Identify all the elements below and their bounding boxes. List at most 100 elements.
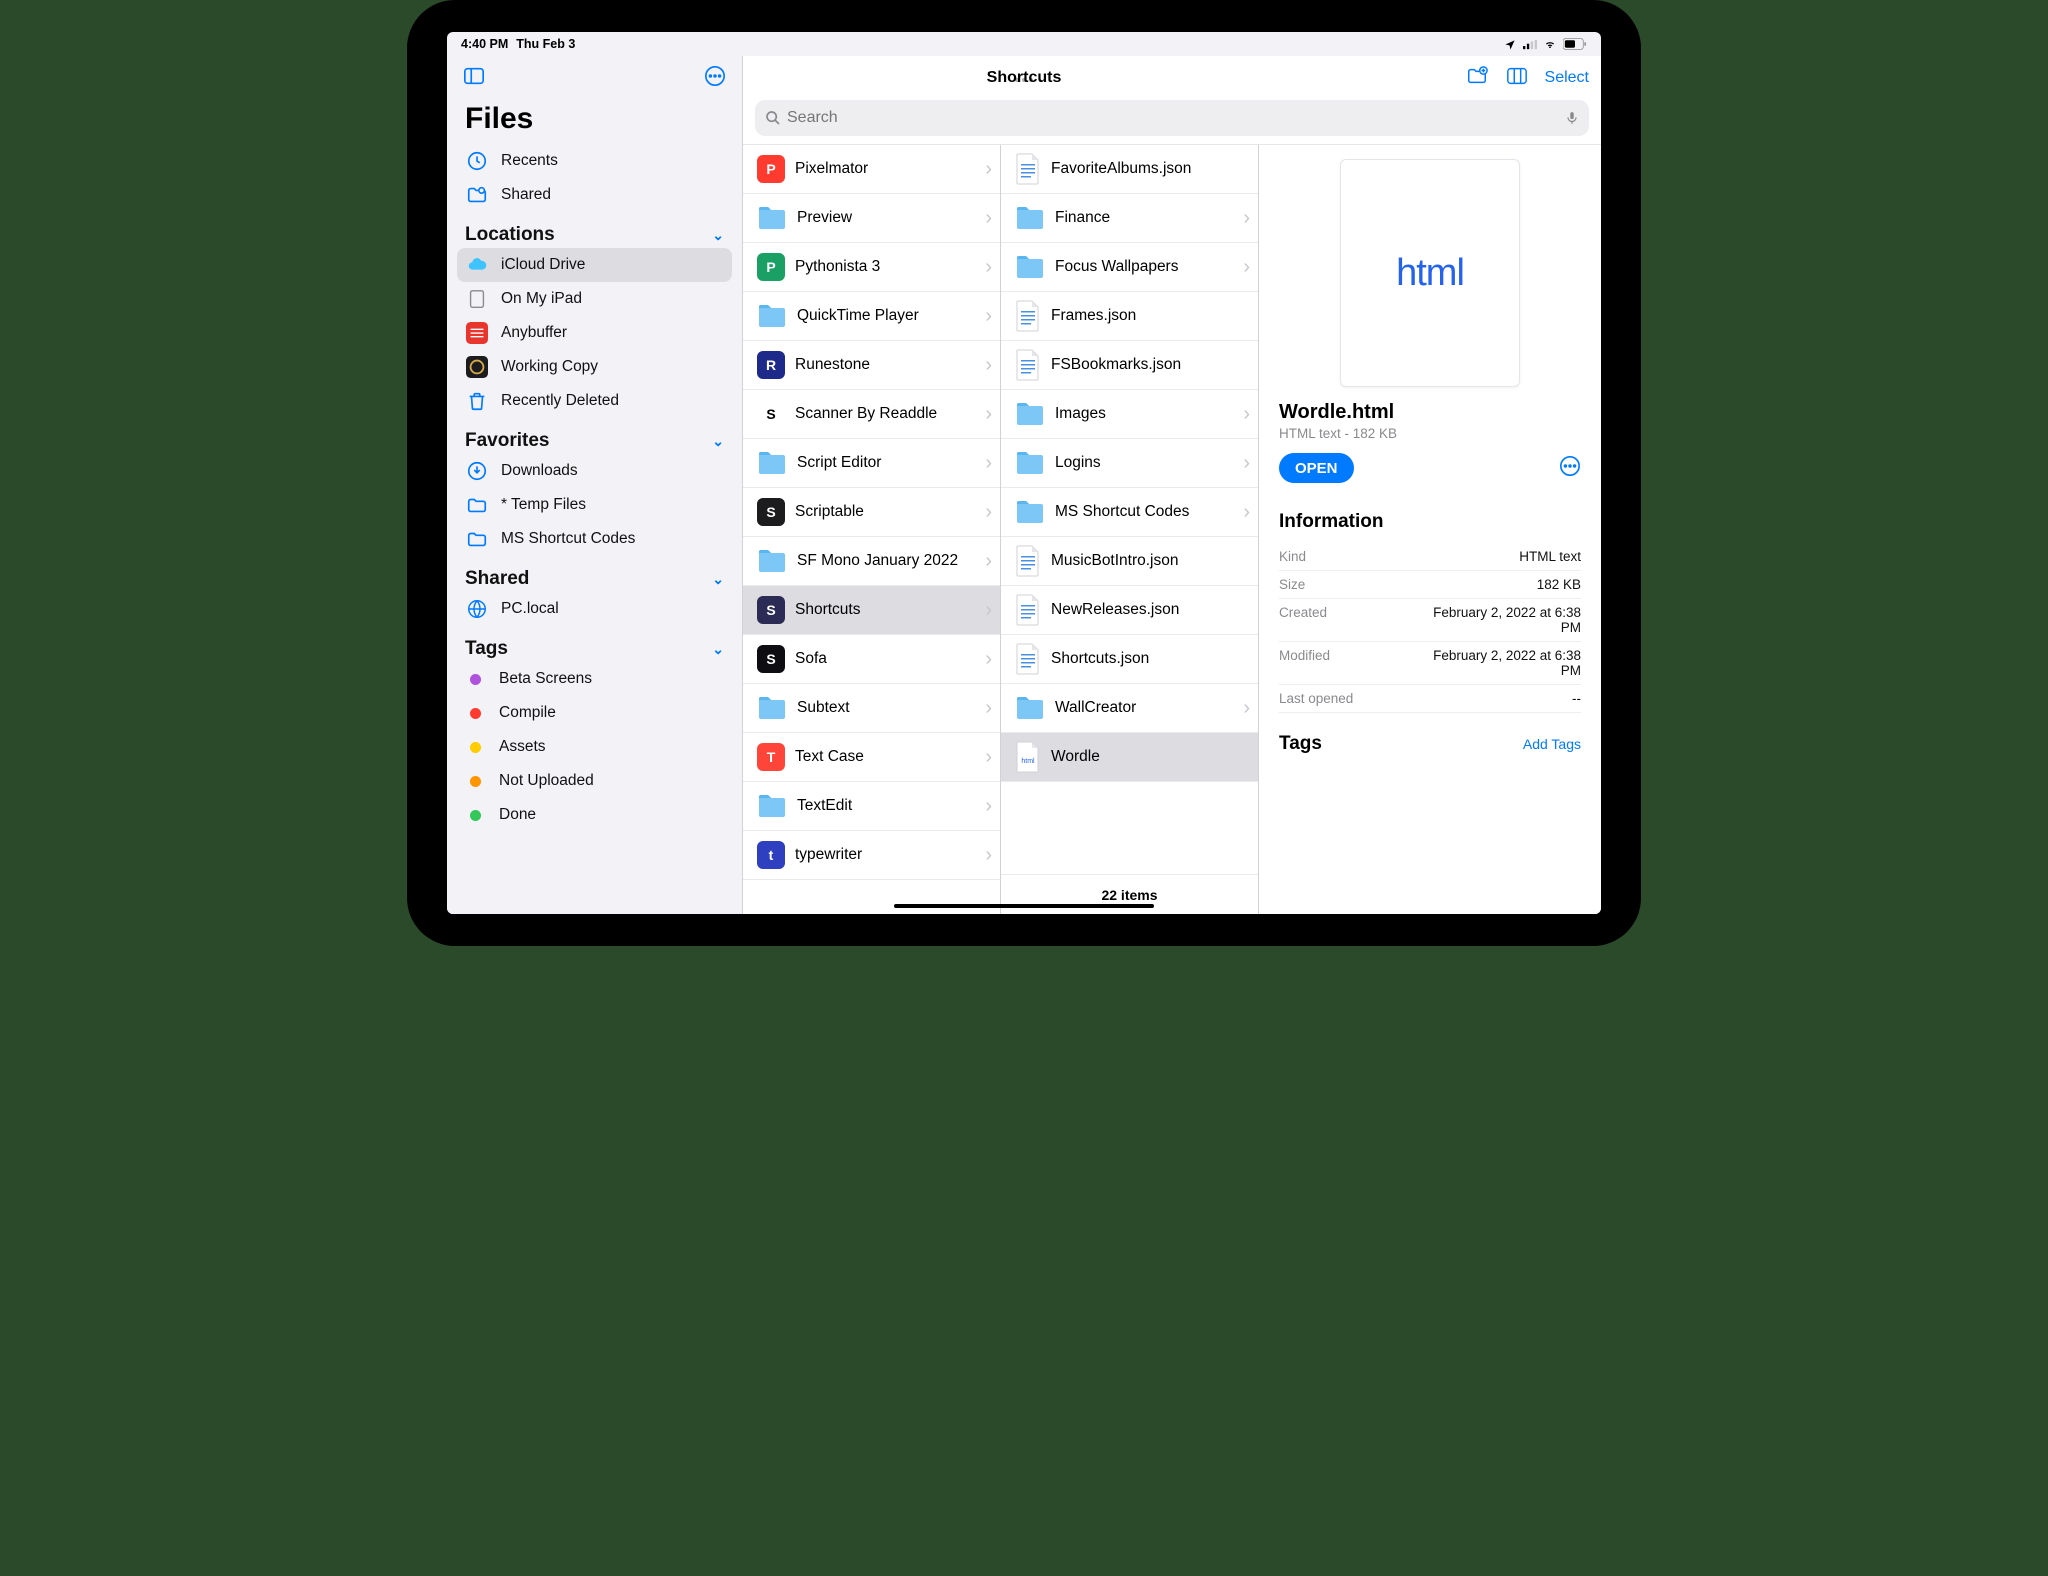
tag-dot-icon [470,674,481,685]
sidebar-item[interactable]: PC.local [457,592,732,626]
view-mode-button[interactable] [1505,65,1529,92]
search-field[interactable] [755,100,1589,136]
list-item[interactable]: RRunestone› [743,341,1000,390]
status-time: 4:40 PM [461,37,508,51]
sidebar-item[interactable]: Working Copy [457,350,732,384]
sidebar-recents[interactable]: Recents [457,144,732,178]
list-item-label: QuickTime Player [797,307,919,325]
search-input[interactable] [787,109,1559,127]
chevron-right-icon: › [1243,403,1250,426]
list-item[interactable]: QuickTime Player› [743,292,1000,341]
list-item-label: NewReleases.json [1051,601,1179,619]
select-button[interactable]: Select [1545,69,1589,87]
sidebar-shared[interactable]: Shared [457,178,732,212]
list-item[interactable]: ttypewriter› [743,831,1000,880]
list-item[interactable]: FavoriteAlbums.json [1001,145,1258,194]
sidebar-item-icon [465,493,489,517]
chevron-right-icon: › [1243,697,1250,720]
list-item[interactable]: WallCreator› [1001,684,1258,733]
list-item[interactable]: SShortcuts› [743,586,1000,635]
sidebar-item[interactable]: Anybuffer [457,316,732,350]
list-item[interactable]: Logins› [1001,439,1258,488]
list-item[interactable]: MS Shortcut Codes› [1001,488,1258,537]
folder-icon [757,203,787,233]
list-item-label: MS Shortcut Codes [1055,503,1189,521]
app-icon: S [757,645,785,673]
sidebar-item[interactable]: Assets [457,730,732,764]
list-item[interactable]: Frames.json [1001,292,1258,341]
list-item-label: typewriter [795,846,862,864]
detail-filename: Wordle.html [1279,401,1581,424]
list-item[interactable]: PPixelmator› [743,145,1000,194]
folder-icon [1015,203,1045,233]
list-item-label: Focus Wallpapers [1055,258,1178,276]
new-folder-button[interactable] [1465,65,1489,92]
sidebar-item[interactable]: On My iPad [457,282,732,316]
chevron-right-icon: › [985,501,992,524]
sidebar-item-label: Recently Deleted [501,392,619,410]
section-favorites-header[interactable]: Favorites ⌄ [457,418,732,454]
sidebar-item[interactable]: Compile [457,696,732,730]
location-icon [1503,39,1517,50]
file-icon [1015,545,1041,577]
list-item-label: Frames.json [1051,307,1136,325]
section-locations-header[interactable]: Locations ⌄ [457,212,732,248]
list-item[interactable]: Preview› [743,194,1000,243]
sidebar-item-label: Done [499,806,536,824]
list-item[interactable]: SSofa› [743,635,1000,684]
list-item[interactable]: Focus Wallpapers› [1001,243,1258,292]
list-item[interactable]: Script Editor› [743,439,1000,488]
sidebar-item-icon [465,253,489,277]
list-item-label: FavoriteAlbums.json [1051,160,1191,178]
sidebar-item[interactable]: MS Shortcut Codes [457,522,732,556]
sidebar-item-label: Not Uploaded [499,772,594,790]
list-item[interactable]: Finance› [1001,194,1258,243]
file-preview[interactable]: html [1340,159,1520,387]
sidebar: Files Recents Shared Locations ⌄ iCloud … [447,56,743,914]
chevron-right-icon: › [985,795,992,818]
list-item-label: Scriptable [795,503,864,521]
sidebar-item[interactable]: Not Uploaded [457,764,732,798]
list-item[interactable]: SF Mono January 2022› [743,537,1000,586]
list-item[interactable]: Images› [1001,390,1258,439]
app-icon: P [757,155,785,183]
sidebar-item-icon [465,355,489,379]
list-item[interactable]: Subtext› [743,684,1000,733]
list-item[interactable]: FSBookmarks.json [1001,341,1258,390]
sidebar-item[interactable]: Done [457,798,732,832]
open-button[interactable]: OPEN [1279,453,1354,483]
list-item[interactable]: TText Case› [743,733,1000,782]
list-item-label: Wordle [1051,748,1100,766]
list-item[interactable]: SScriptable› [743,488,1000,537]
dictation-icon[interactable] [1565,109,1579,127]
list-item[interactable]: SScanner By Readdle› [743,390,1000,439]
column-1[interactable]: PPixelmator›Preview›PPythonista 3›QuickT… [743,145,1001,914]
section-shared-header[interactable]: Shared ⌄ [457,556,732,592]
chevron-right-icon: › [985,158,992,181]
list-item[interactable]: TextEdit› [743,782,1000,831]
add-tags-button[interactable]: Add Tags [1523,736,1581,752]
list-item[interactable]: PPythonista 3› [743,243,1000,292]
home-indicator[interactable] [894,904,1154,908]
section-tags-header[interactable]: Tags ⌄ [457,626,732,662]
folder-icon [757,791,787,821]
list-item[interactable]: htmlWordle [1001,733,1258,782]
chevron-down-icon: ⌄ [712,641,724,658]
sidebar-item[interactable]: * Temp Files [457,488,732,522]
list-item[interactable]: NewReleases.json [1001,586,1258,635]
sidebar-more-button[interactable] [704,65,726,92]
sidebar-item[interactable]: Downloads [457,454,732,488]
list-item[interactable]: MusicBotIntro.json [1001,537,1258,586]
info-value: February 2, 2022 at 6:38 PM [1415,605,1581,635]
folder-icon [1015,497,1045,527]
sidebar-item[interactable]: iCloud Drive [457,248,732,282]
sidebar-toggle-button[interactable] [463,65,485,92]
info-header: Information [1279,511,1581,533]
column-2[interactable]: FavoriteAlbums.jsonFinance›Focus Wallpap… [1001,145,1259,914]
detail-more-button[interactable] [1559,455,1581,482]
status-date: Thu Feb 3 [516,37,575,51]
list-item[interactable]: Shortcuts.json [1001,635,1258,684]
sidebar-item[interactable]: Recently Deleted [457,384,732,418]
detail-subtitle: HTML text - 182 KB [1279,426,1581,441]
sidebar-item[interactable]: Beta Screens [457,662,732,696]
